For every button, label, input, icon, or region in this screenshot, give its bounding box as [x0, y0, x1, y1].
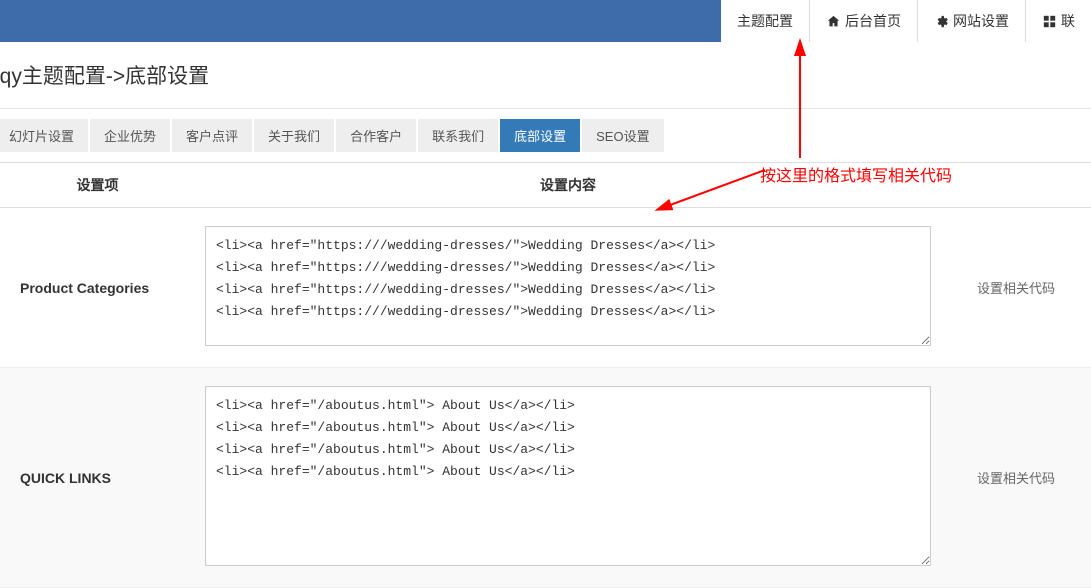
tab-about-us[interactable]: 关于我们 — [254, 119, 334, 152]
settings-tabs: 幻灯片设置 企业优势 客户点评 关于我们 合作客户 联系我们 底部设置 SEO设… — [0, 109, 1091, 162]
top-tab-label: 主题配置 — [737, 11, 793, 31]
th-empty — [941, 163, 1091, 207]
tab-slideshow[interactable]: 幻灯片设置 — [0, 119, 88, 152]
table-row: QUICK LINKS 设置相关代码 — [0, 368, 1091, 588]
top-tab-theme-config[interactable]: 主题配置 — [721, 0, 810, 42]
top-tab-site-settings[interactable]: 网站设置 — [918, 0, 1026, 42]
tab-advantages[interactable]: 企业优势 — [90, 119, 170, 152]
top-bar: 主题配置 后台首页 网站设置 联 — [0, 0, 1091, 42]
table-header: 设置项 设置内容 — [0, 163, 1091, 208]
home-icon — [826, 14, 840, 28]
th-setting-content: 设置内容 — [195, 163, 941, 207]
row-note: 设置相关代码 — [941, 450, 1091, 505]
page-title: iqy主题配置->底部设置 — [0, 42, 1091, 109]
top-tab-more[interactable]: 联 — [1026, 0, 1091, 42]
code-textarea-product-categories[interactable] — [205, 226, 931, 346]
row-content-cell — [195, 368, 941, 587]
settings-table: 设置项 设置内容 Product Categories 设置相关代码 QUICK… — [0, 162, 1091, 588]
tab-reviews[interactable]: 客户点评 — [172, 119, 252, 152]
code-textarea-quick-links[interactable] — [205, 386, 931, 566]
top-tab-label: 后台首页 — [845, 11, 901, 31]
top-tab-label: 网站设置 — [953, 11, 1009, 31]
row-label-product-categories: Product Categories — [0, 262, 195, 314]
row-note: 设置相关代码 — [941, 260, 1091, 315]
th-setting-item: 设置项 — [0, 163, 195, 207]
tab-contact[interactable]: 联系我们 — [418, 119, 498, 152]
row-content-cell — [195, 208, 941, 367]
tab-seo[interactable]: SEO设置 — [582, 119, 663, 152]
tab-partners[interactable]: 合作客户 — [336, 119, 416, 152]
grid-icon — [1042, 14, 1056, 28]
top-tab-label: 联 — [1061, 11, 1075, 31]
table-row: Product Categories 设置相关代码 — [0, 208, 1091, 368]
row-label-quick-links: QUICK LINKS — [0, 452, 195, 504]
gear-icon — [934, 14, 948, 28]
top-tab-admin-home[interactable]: 后台首页 — [810, 0, 918, 42]
tab-footer-settings[interactable]: 底部设置 — [500, 119, 580, 152]
